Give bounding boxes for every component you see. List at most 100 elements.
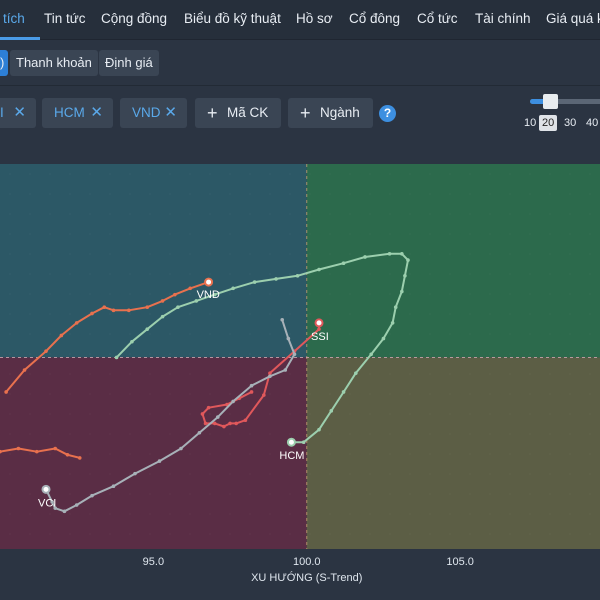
nav-item-analysis[interactable]: tích xyxy=(3,11,25,26)
grid-dot xyxy=(389,313,391,315)
grid-dot xyxy=(489,173,491,175)
grid-dot xyxy=(229,433,231,435)
grid-dot xyxy=(169,333,171,335)
grid-dot xyxy=(329,213,331,215)
chip-symbol-1[interactable]: I ✕ xyxy=(0,98,36,128)
nav-item-profile[interactable]: Hồ sơ xyxy=(296,11,333,26)
grid-dot xyxy=(389,273,391,275)
grid-dot xyxy=(89,373,91,375)
nav-item-technical-chart[interactable]: Biểu đồ kỹ thuật xyxy=(184,11,281,26)
series-point xyxy=(197,431,202,435)
chip-symbol-vnd[interactable]: VND ✕ xyxy=(120,98,187,128)
rrg-chart: VNDSSIHCMVCI095.0100.0105.0XU HƯỚNG (S-T… xyxy=(0,146,600,600)
series-point xyxy=(262,393,266,397)
grid-dot xyxy=(309,453,311,455)
grid-dot xyxy=(429,253,431,255)
grid-dot xyxy=(69,213,71,215)
grid-dot xyxy=(109,233,111,235)
nav-item-community[interactable]: Cộng đồng xyxy=(101,11,167,26)
app-root: tích Tin tức Cộng đồng Biểu đồ kỹ thuật … xyxy=(0,0,600,600)
series-point xyxy=(22,368,27,372)
grid-dot xyxy=(449,233,451,235)
grid-dot xyxy=(209,233,211,235)
grid-dot xyxy=(109,173,111,175)
grid-dot xyxy=(189,533,191,535)
period-option-40[interactable]: 40 xyxy=(583,115,600,131)
series-point xyxy=(268,371,272,375)
grid-dot xyxy=(469,393,471,395)
grid-dot xyxy=(189,293,191,295)
period-slider-handle[interactable] xyxy=(543,94,558,109)
nav-item-shareholders[interactable]: Cổ đông xyxy=(349,11,400,26)
grid-dot xyxy=(189,453,191,455)
grid-dot xyxy=(329,333,331,335)
grid-dot xyxy=(509,193,511,195)
nav-item-dividends[interactable]: Cổ tức xyxy=(417,11,458,26)
grid-dot xyxy=(349,293,351,295)
grid-dot xyxy=(9,233,11,235)
grid-dot xyxy=(209,513,211,515)
help-icon[interactable]: ? xyxy=(379,105,396,122)
grid-dot xyxy=(549,453,551,455)
close-icon[interactable]: ✕ xyxy=(164,98,177,128)
period-option-30[interactable]: 30 xyxy=(561,115,579,131)
add-symbol-button[interactable]: + Mã CK xyxy=(195,98,281,128)
grid-dot xyxy=(449,333,451,335)
grid-dot xyxy=(329,493,331,495)
grid-dot xyxy=(449,453,451,455)
grid-dot xyxy=(469,333,471,335)
grid-dot xyxy=(149,513,151,515)
subtab-valuation[interactable]: Định giá xyxy=(99,50,159,76)
grid-dot xyxy=(589,273,591,275)
grid-dot xyxy=(549,173,551,175)
grid-dot xyxy=(169,473,171,475)
grid-dot xyxy=(529,413,531,415)
grid-dot xyxy=(349,353,351,355)
grid-dot xyxy=(269,353,271,355)
grid-dot xyxy=(409,213,411,215)
grid-dot xyxy=(189,513,191,515)
grid-dot xyxy=(89,293,91,295)
nav-item-price-history[interactable]: Giá quá k xyxy=(546,11,600,26)
grid-dot xyxy=(269,213,271,215)
series-point xyxy=(203,421,208,426)
grid-dot xyxy=(209,533,211,535)
grid-dot xyxy=(449,173,451,175)
chip-symbol-hcm[interactable]: HCM ✕ xyxy=(42,98,113,128)
series-point xyxy=(369,352,373,357)
grid-dot xyxy=(169,273,171,275)
grid-dot xyxy=(129,513,131,515)
grid-dot xyxy=(329,513,331,515)
series-point xyxy=(173,292,177,297)
grid-dot xyxy=(469,273,471,275)
grid-dot xyxy=(9,513,11,515)
grid-dot xyxy=(409,313,411,315)
sub-tabs: ) Thanh khoản Định giá xyxy=(0,40,600,86)
grid-dot xyxy=(249,173,251,175)
grid-dot xyxy=(409,513,411,515)
grid-dot xyxy=(129,233,131,235)
grid-dot xyxy=(409,473,411,475)
series-point xyxy=(114,355,119,360)
add-sector-button[interactable]: + Ngành xyxy=(288,98,373,128)
period-option-20[interactable]: 20 xyxy=(539,115,558,131)
grid-dot xyxy=(269,173,271,175)
nav-item-finance[interactable]: Tài chính xyxy=(475,11,531,26)
grid-dot xyxy=(489,393,491,395)
grid-dot xyxy=(349,473,351,475)
subtab-selected[interactable]: ) xyxy=(0,50,8,76)
subtab-liquidity[interactable]: Thanh khoản xyxy=(10,50,98,76)
grid-dot xyxy=(109,393,111,395)
add-symbol-label: Mã CK xyxy=(227,105,269,120)
grid-dot xyxy=(589,413,591,415)
close-icon[interactable]: ✕ xyxy=(13,98,26,128)
close-icon[interactable]: ✕ xyxy=(90,98,103,128)
grid-dot xyxy=(549,293,551,295)
grid-dot xyxy=(569,353,571,355)
series-point xyxy=(179,446,183,451)
period-option-10[interactable]: 10 xyxy=(521,115,539,131)
nav-item-news[interactable]: Tin tức xyxy=(44,11,86,26)
grid-dot xyxy=(549,393,551,395)
grid-dot xyxy=(529,353,531,355)
grid-dot xyxy=(89,453,91,455)
